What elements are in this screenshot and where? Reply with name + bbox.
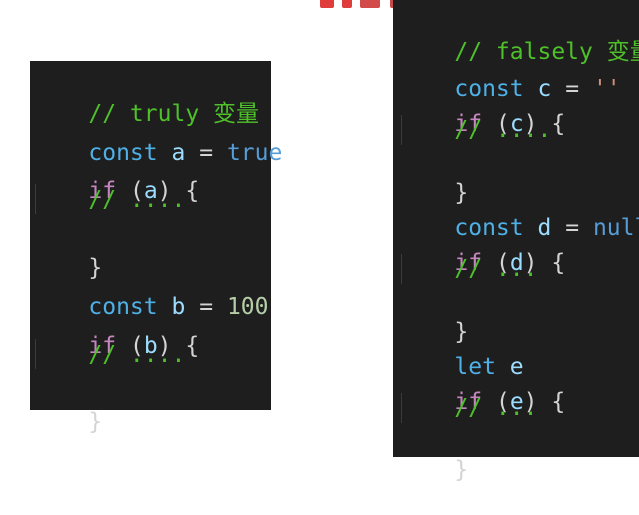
code-brace: { — [185, 333, 200, 359]
code-comment: // ... — [454, 395, 538, 421]
code-string: '' — [592, 76, 621, 102]
code-line: } — [33, 377, 102, 467]
code-brace: { — [551, 389, 566, 415]
code-brace: { — [551, 111, 566, 137]
code-brace: } — [454, 457, 469, 483]
code-comment: // .... — [454, 117, 552, 143]
code-operator: = — [565, 215, 580, 241]
code-panel-falsely: // falsely 变量 const c = '' if (c) { // .… — [393, 0, 639, 483]
code-line: } — [399, 425, 468, 515]
code-operator: = — [199, 294, 214, 320]
code-operator: = — [565, 76, 580, 102]
code-brace: { — [185, 178, 200, 204]
code-panel-truly: // truly 变量 const a = true if (a) { // .… — [30, 61, 282, 435]
code-null: null — [592, 215, 639, 241]
code-boolean: true — [226, 140, 283, 166]
code-comment: // ... — [454, 256, 538, 282]
code-comment: // .... — [88, 342, 186, 368]
code-brace: } — [88, 409, 103, 435]
code-comment: // .... — [88, 187, 186, 213]
code-number: 100 — [226, 294, 269, 320]
code-operator: = — [199, 140, 214, 166]
code-brace: { — [551, 250, 566, 276]
